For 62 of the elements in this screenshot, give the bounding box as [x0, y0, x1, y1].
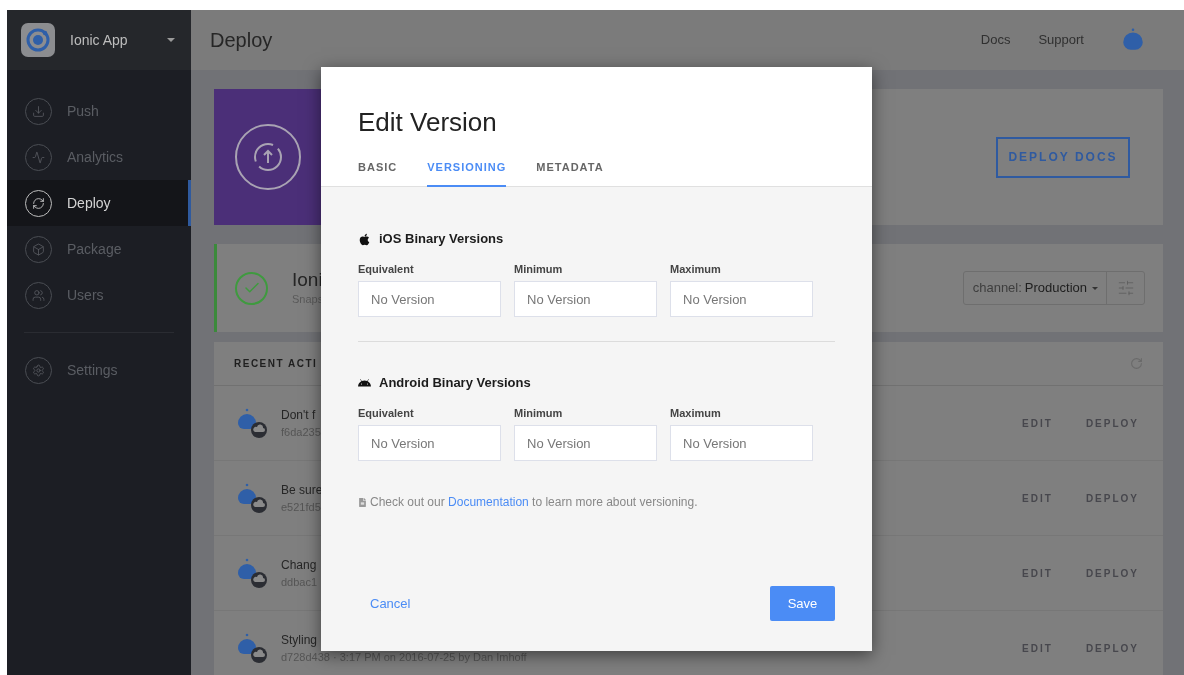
field-label: Minimum: [514, 262, 564, 277]
activity-title: Don't f: [281, 406, 317, 424]
page-title: Deploy: [210, 28, 273, 53]
edit-link[interactable]: EDIT: [1022, 565, 1053, 581]
help-note: Check out our Documentation to learn more about versioning.: [370, 494, 698, 511]
channel-label: channel:: [971, 279, 1022, 298]
avatar-icon: [1120, 27, 1146, 53]
deploy-docs-button[interactable]: DEPLOY DOCS: [996, 136, 1130, 178]
logo-icon: [21, 23, 55, 57]
activity-title: Styling: [281, 631, 319, 649]
version-input[interactable]: No Version: [358, 281, 501, 317]
edit-link[interactable]: EDIT: [1022, 415, 1053, 431]
edit-link[interactable]: EDIT: [1022, 640, 1053, 656]
dialog-title: Edit Version: [358, 107, 498, 137]
section-heading: iOS Binary Versions: [379, 230, 504, 249]
channel-select[interactable]: channel: Production: [962, 271, 1145, 305]
header-link[interactable]: Support: [1038, 30, 1084, 50]
field-label: Equivalent: [358, 262, 415, 277]
field-label: Maximum: [670, 262, 722, 277]
deploy-link[interactable]: DEPLOY: [1085, 640, 1139, 656]
sidebar-item[interactable]: Deploy: [7, 180, 191, 226]
deploy-link[interactable]: DEPLOY: [1085, 490, 1139, 506]
document-icon: [358, 497, 367, 507]
deploy-link[interactable]: DEPLOY: [1085, 415, 1139, 431]
deploy-link[interactable]: DEPLOY: [1085, 565, 1139, 581]
check-icon: [235, 271, 268, 305]
caret-icon[interactable]: [167, 38, 175, 42]
sidebar-item[interactable]: Package: [7, 226, 191, 272]
activity-title: Be sure: [281, 481, 323, 499]
deploy-icon: [233, 123, 302, 191]
apple-icon: [358, 232, 371, 246]
sidebar-item[interactable]: Users: [7, 272, 191, 318]
sidebar-item[interactable]: Analytics: [7, 134, 191, 180]
tab[interactable]: VERSIONING: [427, 156, 507, 187]
app-name[interactable]: Ionic App: [70, 29, 128, 51]
activity-heading: RECENT ACTI: [234, 357, 318, 371]
version-input[interactable]: No Version: [514, 281, 657, 317]
status-title: Ioni: [292, 268, 324, 291]
version-input[interactable]: No Version: [514, 425, 657, 461]
activity-title: Chang: [281, 556, 318, 574]
field-label: Equivalent: [358, 406, 415, 421]
version-input[interactable]: No Version: [358, 425, 501, 461]
avatar-icon: [236, 556, 270, 590]
save-button[interactable]: Save: [770, 586, 835, 621]
field-label: Minimum: [514, 406, 564, 421]
avatar-icon: [236, 631, 270, 665]
edit-link[interactable]: EDIT: [1022, 490, 1053, 506]
cancel-button[interactable]: Cancel: [370, 593, 411, 614]
channel-value: Production: [1024, 279, 1087, 298]
version-input[interactable]: No Version: [670, 281, 813, 317]
avatar-icon: [236, 481, 270, 515]
sidebar-item[interactable]: Push: [7, 88, 191, 134]
header-link[interactable]: Docs: [980, 30, 1011, 50]
sidebar-item[interactable]: Settings: [7, 347, 191, 393]
version-input[interactable]: No Version: [670, 425, 813, 461]
field-label: Maximum: [670, 406, 722, 421]
section-heading: Android Binary Versions: [379, 374, 531, 393]
avatar-icon: [236, 406, 270, 440]
tab[interactable]: METADATA: [536, 156, 604, 187]
caret-icon: [1092, 286, 1098, 290]
documentation-link[interactable]: Documentation: [448, 495, 529, 509]
tab[interactable]: BASIC: [358, 156, 398, 187]
